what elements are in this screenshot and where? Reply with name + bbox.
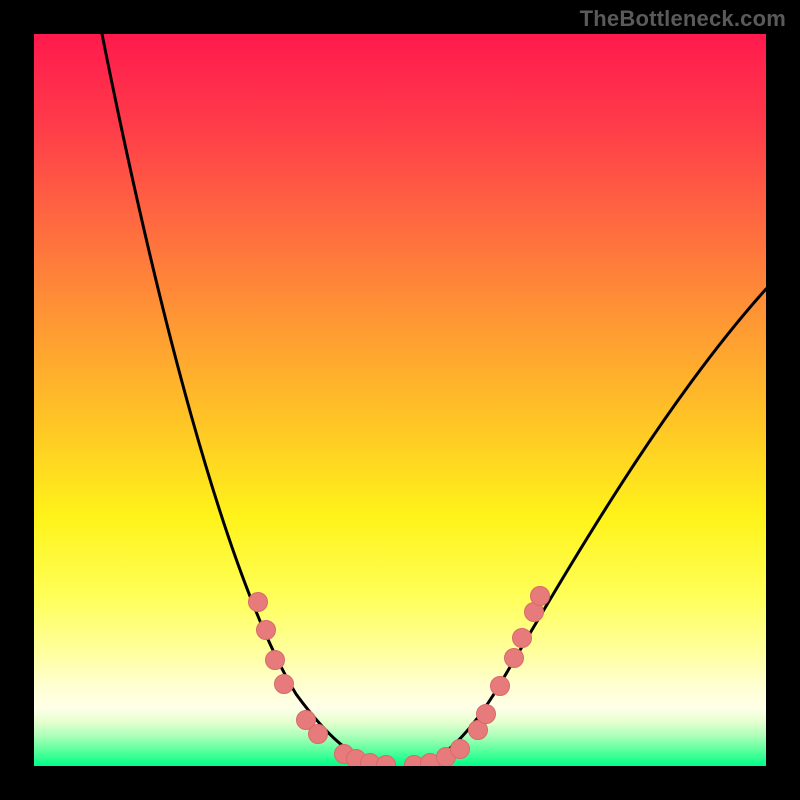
data-marker — [377, 756, 396, 767]
curve-layer — [34, 34, 766, 766]
data-marker — [491, 677, 510, 696]
data-marker — [477, 705, 496, 724]
markers-right — [405, 587, 550, 767]
right-curve — [414, 289, 766, 766]
data-marker — [275, 675, 294, 694]
curve-paths — [102, 34, 766, 766]
left-curve — [102, 34, 386, 766]
data-marker — [266, 651, 285, 670]
data-marker — [505, 649, 524, 668]
data-marker — [531, 587, 550, 606]
markers-left — [249, 593, 396, 767]
data-marker — [451, 740, 470, 759]
chart-frame: TheBottleneck.com — [0, 0, 800, 800]
data-marker — [249, 593, 268, 612]
watermark-text: TheBottleneck.com — [580, 6, 786, 32]
data-marker — [257, 621, 276, 640]
plot-area — [34, 34, 766, 766]
data-marker — [513, 629, 532, 648]
data-marker — [309, 725, 328, 744]
